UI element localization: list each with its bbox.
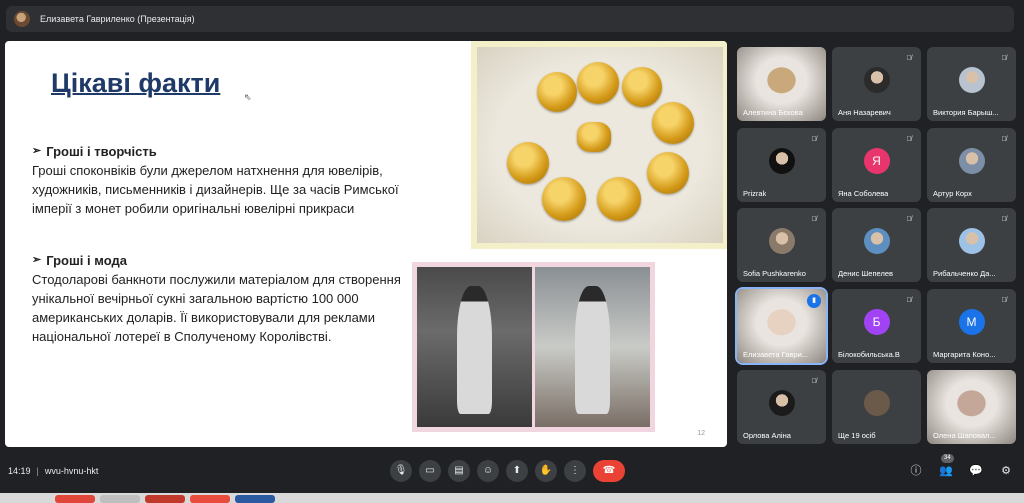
participant-name: Виктория Барыш... [933,108,999,117]
fact-block-2: ➢ Гроші і мода Стодоларові банкноти посл… [32,251,402,346]
end-call-icon[interactable]: ☎ [593,460,625,482]
mic-off-icon: 🎙̸ [1001,216,1007,223]
cursor-icon: ⇖ [244,92,252,102]
call-controls: 🎙 ▭ ▤ ☺ ⬆ ✋ ⋮ ☎ [390,460,625,482]
participant-tile[interactable]: 🎙̸ Денис Шепелев [832,208,921,282]
taskbar-app[interactable] [235,495,275,503]
mic-off-icon: 🎙̸ [811,136,817,143]
fact-heading-2-text: Гроші і мода [46,253,127,268]
bottom-toolbar: 14:19 | wvu-hvnu-hkt 🎙 ▭ ▤ ☺ ⬆ ✋ ⋮ ☎ ⓘ 👥 34… [0,454,1024,489]
mic-off-icon: 🎙̸ [906,297,912,304]
bullet-arrow-icon: ➢ [32,254,42,266]
participant-avatar [958,67,985,93]
fact-text-2: Стодоларові банкноти послужили матеріало… [32,272,401,344]
fact-heading-2: ➢ Гроші і мода [32,251,402,270]
participant-name: Ще 19 осіб [838,431,876,440]
participant-tile[interactable]: 🎙̸ Артур Корх [927,128,1016,202]
participant-tile[interactable]: Олена Шаповал... [927,370,1016,444]
present-icon[interactable]: ⬆ [506,460,528,482]
chat-icon[interactable]: 💬 [968,463,984,479]
presenter-avatar [14,11,30,27]
meeting-info: 14:19 | wvu-hvnu-hkt [8,466,99,476]
mic-off-icon: 🎙̸ [811,378,817,385]
participant-tile[interactable]: Ще 19 осіб [832,370,921,444]
participant-avatar [768,390,795,416]
taskbar-app[interactable] [190,495,230,503]
taskbar-app[interactable] [100,495,140,503]
presentation-slide: Цікаві факти ⇖ ➢ Гроші і творчість Гроші… [5,41,727,447]
participant-name: Маргарита Коно... [933,350,996,359]
fact-heading-1: ➢ Гроші і творчість [32,142,402,161]
participant-name: Prizrak [743,189,767,198]
participant-avatar [768,148,795,174]
mic-off-icon: 🎙̸ [811,216,817,223]
participant-tile[interactable]: 🎙̸ Виктория Барыш... [927,47,1016,121]
presenter-bar: Елизавета Гавриленко (Презентація) [6,6,1014,32]
people-icon[interactable]: 👥 34 [938,454,954,479]
participant-tile[interactable]: Я 🎙̸ Яна Соболева [832,128,921,202]
camera-icon[interactable]: ▭ [419,460,441,482]
participant-tile[interactable]: 🎙̸ Орлова Аліна [737,370,826,444]
participant-tile[interactable]: 🎙̸ Аня Назаревич [832,47,921,121]
participant-name: Sofia Pushkarenko [743,269,806,278]
banknote-dress-photo [412,262,655,432]
participant-name: Олена Шаповал... [933,431,996,440]
hand-icon[interactable]: ✋ [535,460,557,482]
coin-bracelet-photo [471,41,727,249]
participant-avatar [958,228,985,254]
mic-off-icon: 🎙̸ [906,216,912,223]
participant-tile[interactable]: ▮ Елизавета Гаври... [735,287,828,365]
mic-off-icon: 🎙̸ [1001,297,1007,304]
mic-off-icon: 🎙̸ [906,55,912,62]
presenter-title: Елизавета Гавриленко (Презентація) [40,14,195,24]
taskbar-app[interactable] [145,495,185,503]
meeting-code: wvu-hvnu-hkt [44,466,99,476]
participant-tile[interactable]: Б 🎙̸ Білокобильська.В [832,289,921,363]
participant-name: Артур Корх [933,189,972,198]
fact-heading-1-text: Гроші і творчість [46,144,157,159]
fact-text-1: Гроші споконвіків були джерелом натхненн… [32,163,399,216]
participant-tile[interactable]: М 🎙̸ Маргарита Коно... [927,289,1016,363]
participant-name: Білокобильська.В [838,350,900,359]
info-icon[interactable]: ⓘ [908,463,924,479]
participant-name: Алевтина Бєкова [743,108,803,117]
participant-avatar [863,67,890,93]
more-participants-avatar [863,390,890,416]
meet-window: Елизавета Гавриленко (Презентація) Цікав… [0,0,1024,503]
bullet-arrow-icon: ➢ [32,145,42,157]
participant-tile[interactable]: 🎙̸ Рибальченко Да... [927,208,1016,282]
fact-block-1: ➢ Гроші і творчість Гроші споконвіків бу… [32,142,402,218]
mic-off-icon: 🎙̸ [906,136,912,143]
participant-tile[interactable]: 🎙̸ Prizrak [737,128,826,202]
people-count-badge: 34 [941,454,954,463]
participant-avatar: Б [863,309,890,335]
participant-avatar [768,228,795,254]
participant-avatar: Я [863,148,890,174]
more-options-icon[interactable]: ⋮ [564,460,586,482]
participant-tile[interactable]: Алевтина Бєкова [737,47,826,121]
taskbar-app[interactable] [55,495,95,503]
emoji-icon[interactable]: ☺ [477,460,499,482]
participant-avatar: М [958,309,985,335]
activities-icon[interactable]: ⚙ [998,463,1014,479]
participant-name: Денис Шепелев [838,269,893,278]
os-taskbar [0,493,1024,503]
participant-tile[interactable]: 🎙̸ Sofia Pushkarenko [737,208,826,282]
slide-page-number: 12 [697,430,705,437]
meeting-time: 14:19 [8,466,31,476]
slide-title: Цікаві факти [51,68,221,98]
participant-name: Яна Соболева [838,189,889,198]
participant-name: Елизавета Гаври... [743,350,809,359]
speaking-indicator-icon: ▮ [807,294,821,308]
participant-avatar [958,148,985,174]
participant-name: Орлова Аліна [743,431,791,440]
mic-icon[interactable]: 🎙 [390,460,412,482]
captions-icon[interactable]: ▤ [448,460,470,482]
mic-off-icon: 🎙̸ [1001,136,1007,143]
side-panel-buttons: ⓘ 👥 34 💬 ⚙ [908,454,1014,479]
mic-off-icon: 🎙̸ [1001,55,1007,62]
participant-name: Рибальченко Да... [933,269,996,278]
participant-avatar [863,228,890,254]
participant-name: Аня Назаревич [838,108,891,117]
